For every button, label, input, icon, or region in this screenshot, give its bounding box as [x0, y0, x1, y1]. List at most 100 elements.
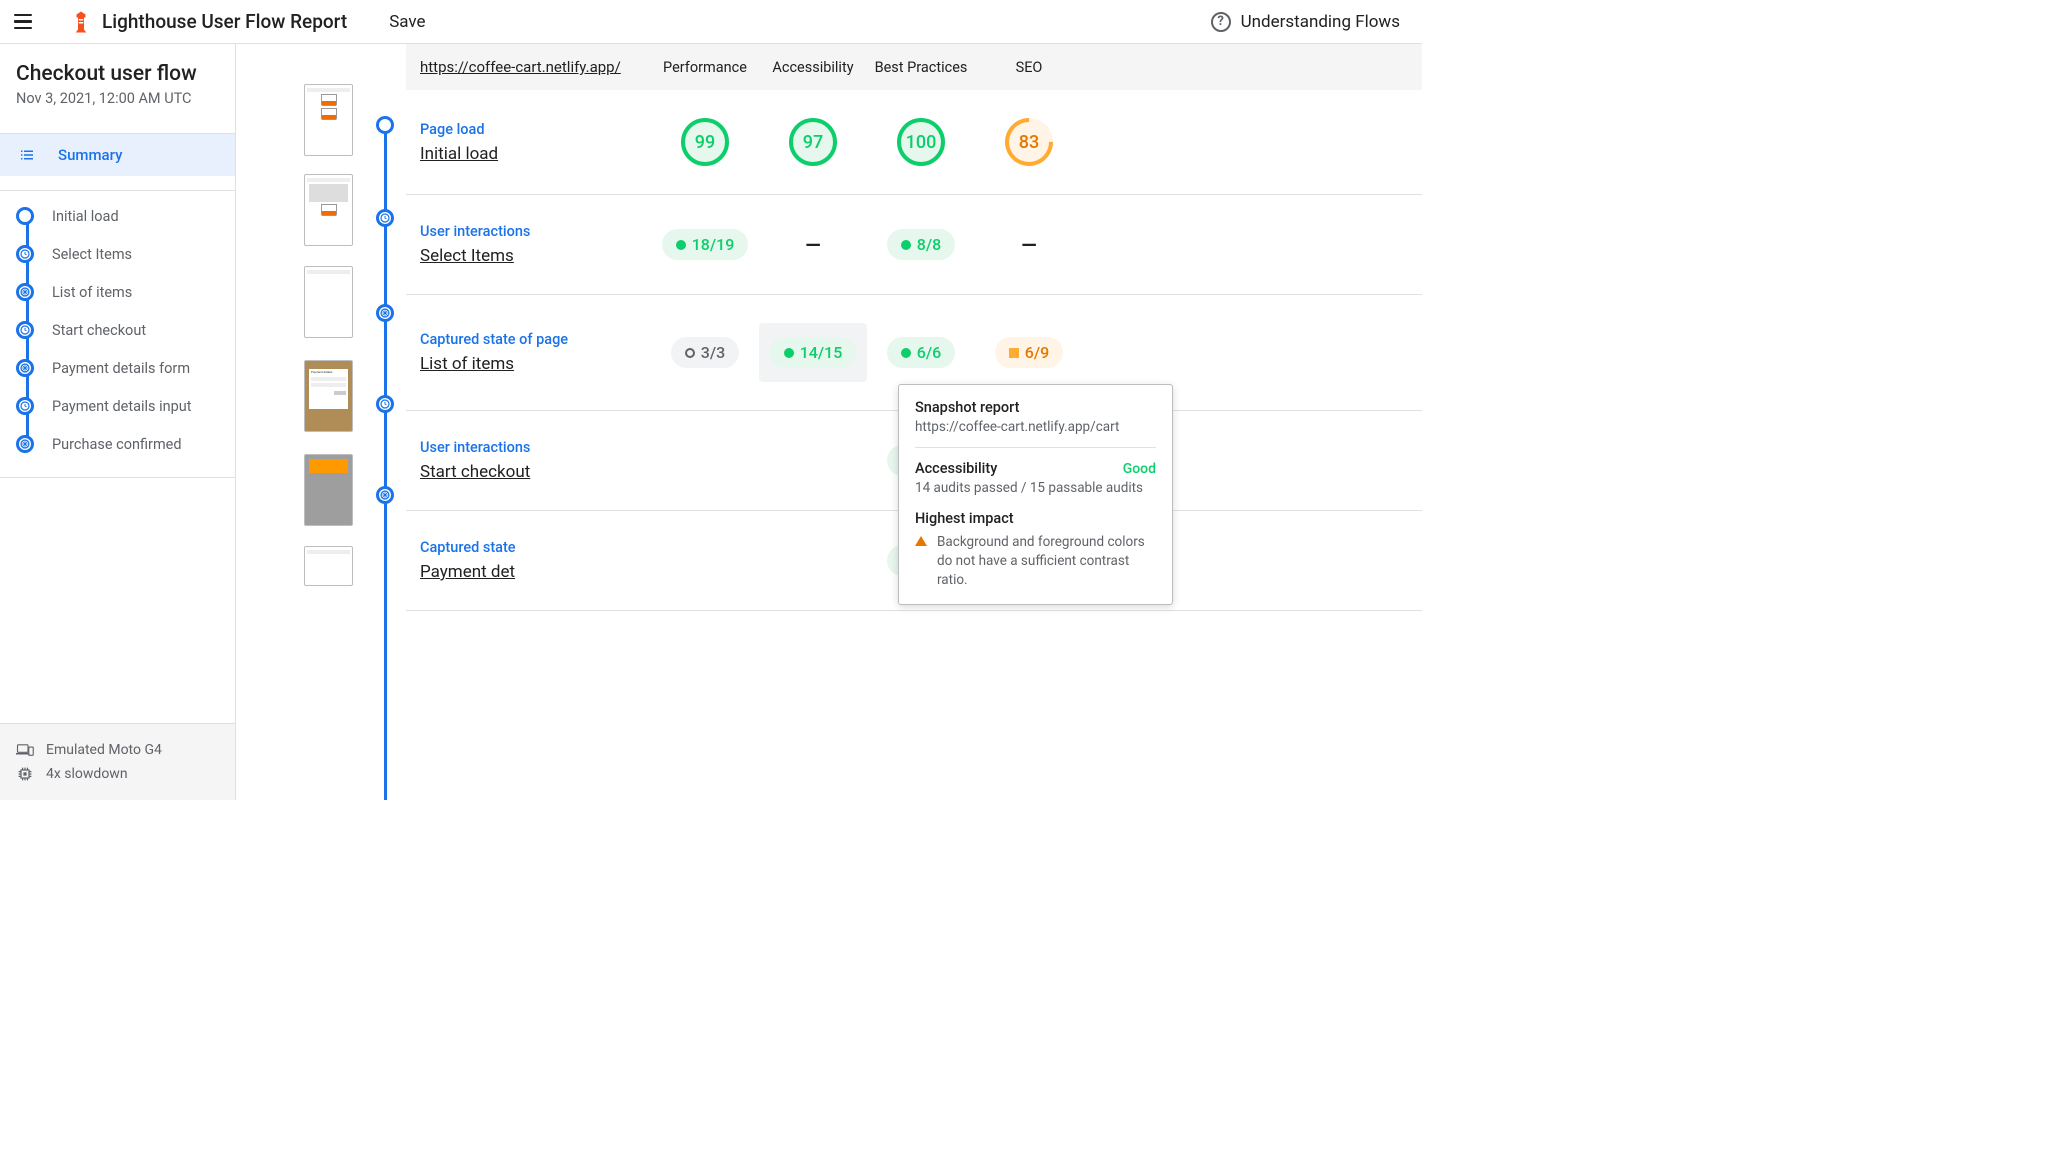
thumbnail[interactable] [304, 546, 353, 586]
score-gauge[interactable]: 100 [897, 118, 945, 166]
step-nav-icon [16, 207, 34, 225]
step-label: List of items [52, 284, 132, 301]
step-type-label: Page load [420, 121, 651, 138]
throttle-info: 4x slowdown [16, 762, 219, 786]
step-name-link[interactable]: Payment det [420, 562, 651, 582]
col-best-practices: Best Practices [867, 59, 975, 76]
timeline-node-time[interactable] [376, 395, 394, 413]
score-pill[interactable]: 3/3 [671, 337, 739, 368]
app-header: Lighthouse User Flow Report Save ? Under… [0, 0, 1422, 44]
sidebar-step[interactable]: Start checkout [0, 311, 235, 349]
popover-category: Accessibility [915, 460, 997, 477]
flow-date: Nov 3, 2021, 12:00 AM UTC [16, 90, 219, 107]
score-cell: 3/3 [651, 337, 759, 368]
menu-icon[interactable] [14, 10, 38, 34]
step-name-link[interactable]: Select Items [420, 246, 651, 266]
sidebar-footer: Emulated Moto G4 4x slowdown [0, 723, 235, 800]
timeline-node-time[interactable] [376, 209, 394, 227]
device-icon [16, 742, 34, 758]
report-row: Page load Initial load 99 97 100 83 [406, 90, 1422, 195]
sidebar-step[interactable]: Payment details form [0, 349, 235, 387]
warning-triangle-icon [915, 536, 927, 546]
score-pill[interactable]: 8/8 [887, 229, 955, 260]
device-info: Emulated Moto G4 [16, 738, 219, 762]
popover-impact-label: Highest impact [915, 510, 1156, 527]
score-pill[interactable]: 6/6 [887, 337, 955, 368]
score-cell: 14/15 [759, 323, 867, 382]
thumbnail[interactable] [304, 454, 353, 526]
col-seo: SEO [975, 59, 1083, 76]
step-snap-icon [16, 359, 34, 377]
score-cell: 8/8 [867, 229, 975, 260]
save-button[interactable]: Save [389, 12, 425, 32]
help-icon: ? [1211, 12, 1231, 32]
step-type-label: User interactions [420, 439, 651, 456]
tooltip-popover: Snapshot report https://coffee-cart.netl… [898, 384, 1173, 605]
timeline: Payment details [236, 44, 406, 800]
step-type-label: Captured state of page [420, 331, 651, 348]
help-link[interactable]: ? Understanding Flows [1211, 12, 1400, 32]
score-cell: 97 [759, 118, 867, 166]
score-cell: 99 [651, 118, 759, 166]
step-snap-icon [16, 283, 34, 301]
sidebar-item-summary[interactable]: Summary [0, 134, 235, 176]
step-name-link[interactable]: Initial load [420, 144, 651, 164]
table-header: https://coffee-cart.netlify.app/ Perform… [406, 44, 1422, 90]
score-cell: 6/9 [975, 337, 1083, 368]
sidebar-step[interactable]: Payment details input [0, 387, 235, 425]
step-name-link[interactable]: List of items [420, 354, 651, 374]
sidebar: Checkout user flow Nov 3, 2021, 12:00 AM… [0, 44, 236, 800]
sidebar-step[interactable]: Purchase confirmed [0, 425, 235, 463]
popover-rating: Good [1123, 461, 1156, 477]
col-accessibility: Accessibility [759, 59, 867, 76]
timeline-node-snap[interactable] [376, 304, 394, 322]
score-pill[interactable]: 6/9 [995, 337, 1063, 368]
score-cell: — [975, 233, 1083, 257]
step-time-icon [16, 245, 34, 263]
thumbnail[interactable]: Payment details [304, 360, 353, 432]
help-label: Understanding Flows [1241, 12, 1400, 32]
timeline-node-nav[interactable] [376, 116, 394, 134]
score-na: — [1021, 233, 1036, 257]
cpu-icon [16, 766, 34, 782]
thumbnail[interactable] [304, 266, 353, 338]
report-url[interactable]: https://coffee-cart.netlify.app/ [406, 58, 651, 76]
popover-url: https://coffee-cart.netlify.app/cart [915, 419, 1156, 435]
step-label: Purchase confirmed [52, 436, 182, 453]
list-icon [16, 144, 38, 166]
popover-subtitle: 14 audits passed / 15 passable audits [915, 480, 1156, 496]
step-label: Start checkout [52, 322, 146, 339]
step-label: Select Items [52, 246, 132, 263]
lighthouse-logo-icon [72, 11, 90, 33]
sidebar-step[interactable]: List of items [0, 273, 235, 311]
score-cell: 83 [975, 118, 1083, 166]
step-label: Payment details input [52, 398, 192, 415]
sidebar-step[interactable]: Initial load [0, 197, 235, 235]
timeline-node-snap[interactable] [376, 486, 394, 504]
score-gauge[interactable]: 97 [789, 118, 837, 166]
step-label: Initial load [52, 208, 119, 225]
step-time-icon [16, 397, 34, 415]
popover-title: Snapshot report [915, 399, 1156, 416]
step-type-label: Captured state [420, 539, 651, 556]
thumbnail[interactable] [304, 174, 353, 246]
score-pill[interactable]: 18/19 [662, 229, 749, 260]
step-type-label: User interactions [420, 223, 651, 240]
score-cell: 6/6 [867, 337, 975, 368]
score-pill[interactable]: 14/15 [770, 337, 857, 368]
score-cell: 100 [867, 118, 975, 166]
thumbnail[interactable] [304, 84, 353, 156]
step-snap-icon [16, 435, 34, 453]
report-row: User interactions Select Items 18/19 — 8/8 — [406, 195, 1422, 295]
app-title: Lighthouse User Flow Report [102, 10, 347, 33]
score-na: — [805, 233, 820, 257]
score-cell: — [759, 233, 867, 257]
step-name-link[interactable]: Start checkout [420, 462, 651, 482]
step-label: Payment details form [52, 360, 190, 377]
score-gauge[interactable]: 99 [681, 118, 729, 166]
score-gauge[interactable]: 83 [1005, 118, 1053, 166]
popover-impact-item: Background and foreground colors do not … [915, 533, 1156, 590]
report-content: https://coffee-cart.netlify.app/ Perform… [406, 44, 1422, 800]
flow-title: Checkout user flow [16, 62, 219, 86]
sidebar-step[interactable]: Select Items [0, 235, 235, 273]
